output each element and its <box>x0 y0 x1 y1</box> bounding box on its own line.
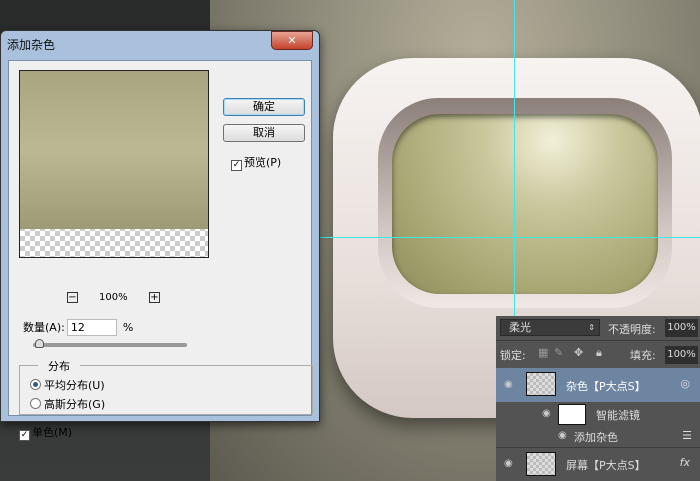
preview-label: 预览(P) <box>244 156 282 169</box>
ok-button[interactable]: 确定 <box>223 98 305 116</box>
layer-row-noise[interactable]: ◉ 杂色【P大点S】 ◎ <box>496 368 700 402</box>
opacity-label: 不透明度: <box>608 323 656 336</box>
zoom-in-button[interactable]: + <box>149 292 160 303</box>
opacity-input[interactable]: 100% <box>665 319 698 337</box>
fill-label: 填充: <box>630 349 656 362</box>
layer-name: 屏幕【P大点S】 <box>566 459 646 472</box>
uniform-radio[interactable]: 平均分布(U) <box>30 377 105 393</box>
dialog-title: 添加杂色 <box>7 38 56 52</box>
icon-screen <box>392 114 658 294</box>
amount-unit: % <box>122 321 134 334</box>
preview-image[interactable] <box>19 70 209 258</box>
layers-panel: 柔光 ⇕ 不透明度: 100% 锁定: ▦ ✎ ✥ 🔒︎ 填充: 100% ◉ 杂… <box>496 316 700 481</box>
mono-checkbox[interactable]: ✓ <box>19 430 30 441</box>
amount-input[interactable]: 12 <box>66 319 117 336</box>
noise-preview <box>20 71 208 229</box>
cancel-button[interactable]: 取消 <box>223 124 305 142</box>
preview-checkbox[interactable]: ✓ <box>231 160 242 171</box>
layer-row-smart-filters[interactable]: ◉ 智能滤镜 <box>496 402 700 426</box>
radio-icon <box>30 398 41 409</box>
add-noise-dialog: 添加杂色 ✕ − 100% + 确定 取消 ✓ 预览(P) 数量(A): 12% 分… <box>0 30 320 441</box>
lock-transparent-icon[interactable]: ▦ <box>538 346 548 359</box>
lock-all-icon[interactable]: 🔒︎ <box>596 346 602 360</box>
lock-brush-icon[interactable]: ✎ <box>554 346 563 359</box>
layer-row-screen[interactable]: ◉ 屏幕【P大点S】 fx <box>496 447 700 479</box>
layer-thumbnail <box>526 372 556 396</box>
dialog-body: − 100% + 确定 取消 ✓ 预览(P) 数量(A): 12% 分布 平均分布(… <box>8 60 313 441</box>
close-icon: ✕ <box>287 34 297 47</box>
lock-label: 锁定: <box>500 349 526 362</box>
eye-icon[interactable]: ◉ <box>542 408 551 419</box>
lock-move-icon[interactable]: ✥ <box>574 346 583 359</box>
blend-mode-select[interactable]: 柔光 ⇕ <box>500 319 600 336</box>
distribution-group: 分布 平均分布(U) 高斯分布(G) <box>19 358 313 415</box>
layer-name: 添加杂色 <box>574 431 618 444</box>
smart-filter-icon: ◎ <box>680 377 690 390</box>
radio-selected-icon <box>30 379 41 390</box>
layer-row-add-noise[interactable]: ◉ 添加杂色 ☰ <box>496 426 700 446</box>
zoom-out-button[interactable]: − <box>67 292 78 303</box>
eye-icon[interactable]: ◉ <box>504 458 513 469</box>
filter-mask-thumbnail <box>558 404 586 425</box>
filter-options-icon[interactable]: ☰ <box>682 429 692 442</box>
amount-label: 数量(A): <box>23 321 65 334</box>
slider-thumb[interactable] <box>34 339 44 348</box>
eye-icon[interactable]: ◉ <box>558 430 567 441</box>
uniform-label: 平均分布(U) <box>44 379 105 392</box>
mono-label: 单色(M) <box>32 426 73 439</box>
layer-name: 杂色【P大点S】 <box>566 380 646 393</box>
distribution-label: 分布 <box>38 358 80 374</box>
amount-row: 数量(A): 12% <box>23 319 133 336</box>
blend-mode-value: 柔光 <box>509 321 531 334</box>
monochromatic-checkbox-row[interactable]: ✓ 单色(M) <box>19 424 72 441</box>
eye-icon[interactable]: ◉ <box>504 379 513 390</box>
layer-thumbnail <box>526 452 556 476</box>
amount-slider[interactable] <box>33 339 187 348</box>
updown-icon: ⇕ <box>588 323 595 332</box>
zoom-level: 100% <box>99 292 128 303</box>
fx-icon[interactable]: fx <box>680 456 690 469</box>
gaussian-radio[interactable]: 高斯分布(G) <box>30 396 105 412</box>
close-button[interactable]: ✕ <box>271 31 313 50</box>
layer-name: 智能滤镜 <box>596 409 640 422</box>
gaussian-label: 高斯分布(G) <box>44 398 106 411</box>
fill-input[interactable]: 100% <box>665 346 698 364</box>
preview-checkbox-row[interactable]: ✓ 预览(P) <box>231 154 281 171</box>
